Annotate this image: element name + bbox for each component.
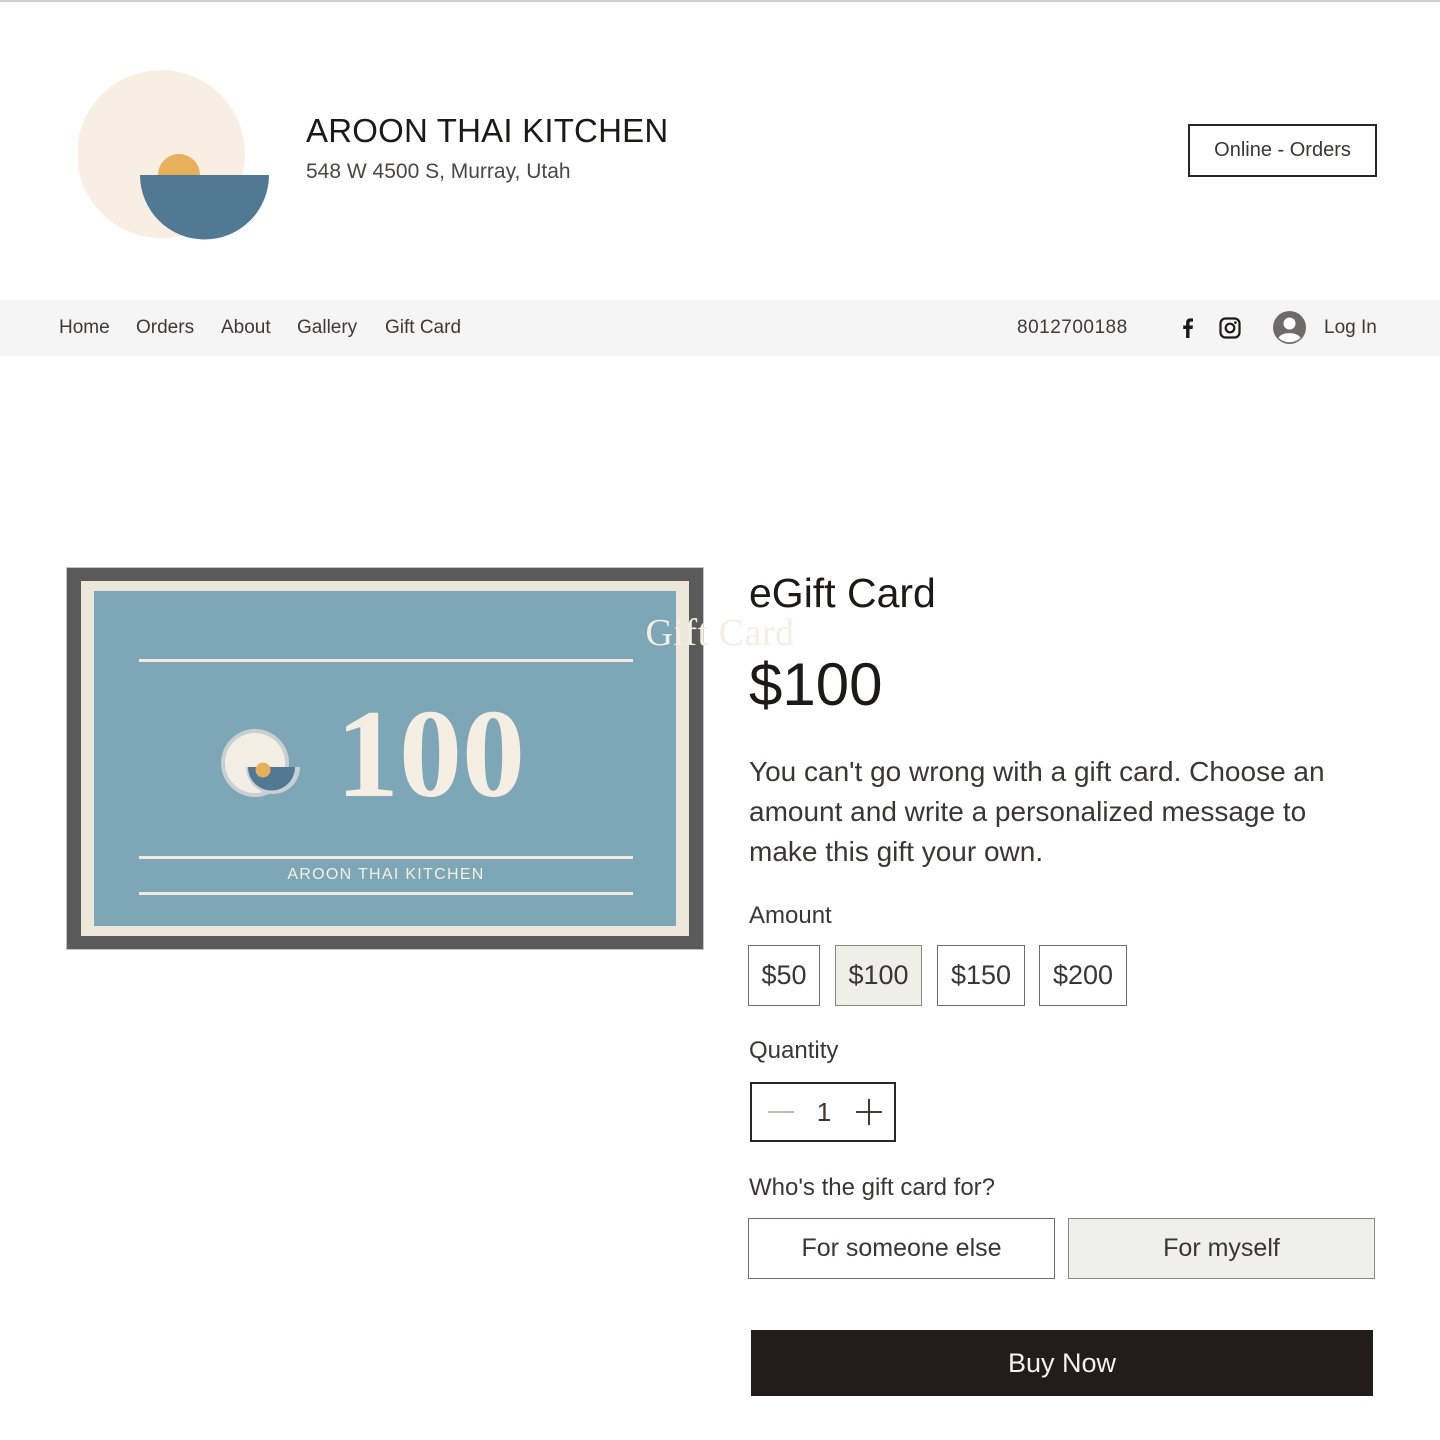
main-nav: Home Orders About Gallery Gift Card 8012… [0, 300, 1440, 356]
product-title: eGift Card [749, 570, 936, 616]
login-link[interactable]: Log In [1324, 300, 1377, 356]
online-orders-button[interactable]: Online - Orders [1188, 124, 1377, 177]
brand-address: 548 W 4500 S, Murray, Utah [306, 160, 571, 183]
quantity-stepper: 1 [750, 1082, 896, 1142]
nav-item-gift-card[interactable]: Gift Card [385, 300, 461, 356]
quantity-label: Quantity [749, 1037, 839, 1064]
recipient-label: Who's the gift card for? [749, 1174, 996, 1201]
amount-label: Amount [749, 902, 832, 929]
nav-item-gallery[interactable]: Gallery [297, 300, 357, 356]
recipient-option-myself[interactable]: For myself [1068, 1218, 1375, 1279]
gift-card-title: Gift Card [645, 612, 795, 654]
gift-card-divider-bottom [139, 892, 633, 895]
gift-card-brand: AROON THAI KITCHEN [287, 866, 485, 883]
gift-card-amount: 100 [336, 685, 525, 824]
quantity-value[interactable]: 1 [802, 1084, 846, 1140]
instagram-icon[interactable] [1218, 316, 1242, 340]
brand-name: AROON THAI KITCHEN [306, 112, 669, 149]
gift-card-divider-top [139, 659, 633, 662]
minus-icon[interactable] [766, 1097, 796, 1127]
product-price: $100 [749, 651, 883, 718]
nav-item-orders[interactable]: Orders [136, 300, 194, 356]
amount-option-200[interactable]: $200 [1039, 945, 1127, 1006]
top-border [0, 0, 1440, 2]
facebook-icon[interactable] [1176, 316, 1200, 340]
restaurant-logo[interactable] [78, 69, 270, 241]
buy-now-button[interactable]: Buy Now [751, 1330, 1373, 1396]
amount-option-150[interactable]: $150 [937, 945, 1025, 1006]
product-description: You can't go wrong with a gift card. Cho… [749, 756, 1325, 867]
amount-option-50[interactable]: $50 [748, 945, 820, 1006]
amount-option-100[interactable]: $100 [835, 945, 922, 1006]
gift-card-logo-icon [221, 729, 300, 797]
phone-number[interactable]: 8012700188 [1017, 300, 1128, 356]
gift-card-divider-middle [139, 856, 633, 859]
nav-item-about[interactable]: About [221, 300, 271, 356]
plus-icon[interactable] [854, 1097, 884, 1127]
nav-item-home[interactable]: Home [59, 300, 110, 356]
user-avatar-icon[interactable] [1273, 311, 1306, 344]
recipient-option-someone-else[interactable]: For someone else [748, 1218, 1055, 1279]
